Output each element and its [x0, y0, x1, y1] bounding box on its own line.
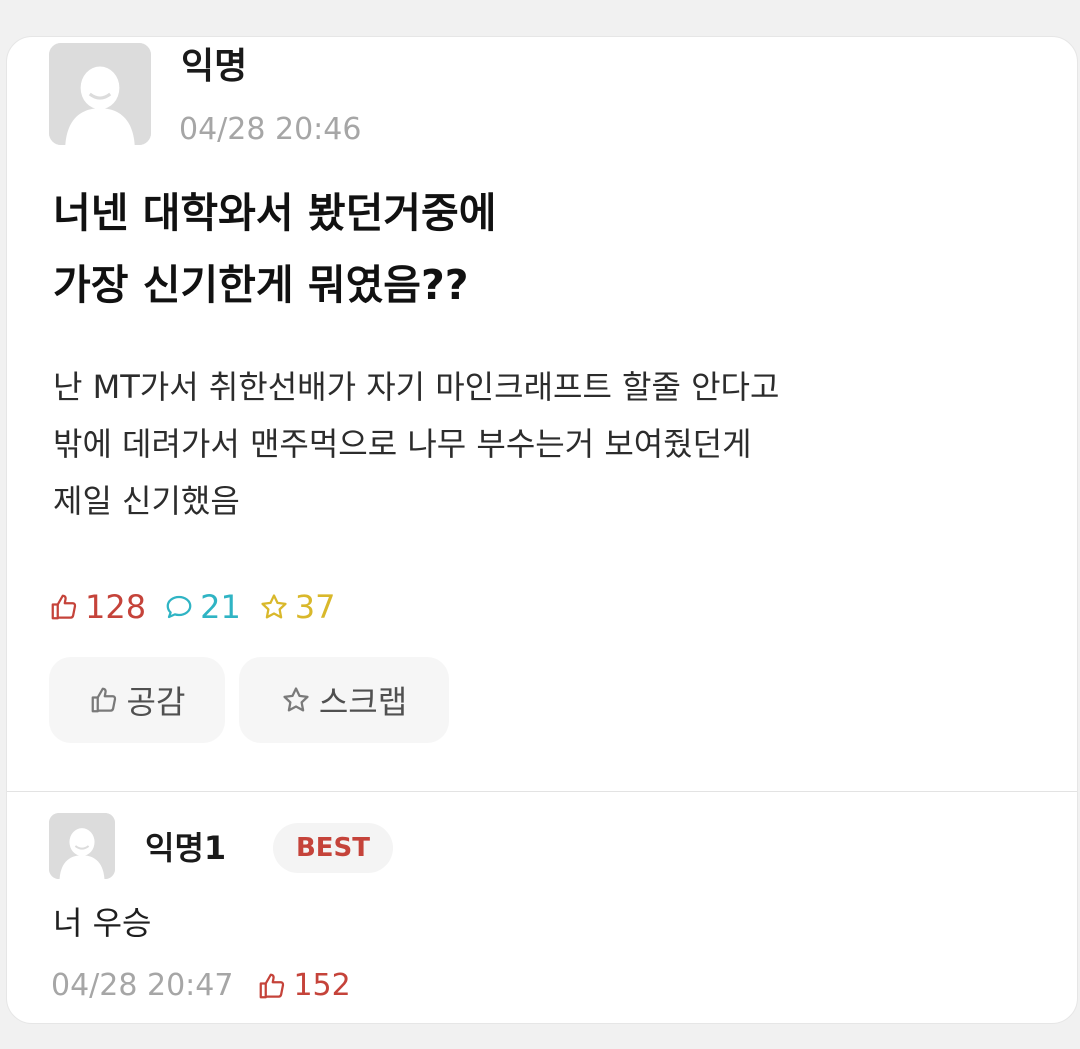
author-avatar — [49, 43, 151, 145]
post-stats: 128 21 37 — [49, 587, 354, 627]
comment-bubble-icon — [166, 595, 192, 619]
comment-like-value: 152 — [293, 968, 351, 1003]
comment-count: 21 — [164, 588, 241, 626]
best-badge: BEST — [273, 823, 393, 873]
scrap-button[interactable]: 스크랩 — [239, 657, 449, 743]
section-divider — [7, 791, 1077, 792]
scrap-count: 37 — [259, 588, 336, 626]
star-icon — [283, 687, 309, 712]
post-title: 너넨 대학와서 봤던거중에 가장 신기한게 뭐였음?? — [53, 177, 1053, 321]
avatar-icon — [49, 43, 151, 145]
post-body-line: 난 MT가서 취한선배가 자기 마인크래프트 할줄 안다고 — [53, 368, 780, 406]
post-body-line: 밖에 데려가서 맨주먹으로 나무 부수는거 보여줬던게 — [53, 425, 752, 463]
comment-timestamp: 04/28 20:47 — [51, 968, 234, 1003]
thumbs-up-icon — [91, 687, 116, 713]
comment-author-name: 익명1 — [145, 829, 227, 867]
like-count-value: 128 — [85, 588, 147, 626]
like-button[interactable]: 공감 — [49, 657, 225, 743]
comment-meta: 04/28 20:47 152 — [51, 967, 351, 1005]
star-icon — [261, 594, 287, 619]
post-body: 난 MT가서 취한선배가 자기 마인크래프트 할줄 안다고 밖에 데려가서 맨주… — [53, 359, 1053, 530]
author-name: 익명 — [181, 46, 248, 87]
scrap-button-label: 스크랩 — [318, 683, 408, 721]
comment-text: 너 우승 — [53, 904, 152, 942]
comment-author-avatar — [49, 813, 115, 879]
like-button-label: 공감 — [126, 683, 186, 721]
avatar-icon — [49, 813, 115, 879]
post-card: 익명 04/28 20:46 너넨 대학와서 봤던거중에 가장 신기한게 뭐였음… — [6, 36, 1078, 1024]
thumbs-up-icon — [260, 973, 285, 999]
comment-like-count[interactable]: 152 — [257, 967, 351, 1005]
like-count: 128 — [49, 588, 146, 626]
post-title-line: 가장 신기한게 뭐였음?? — [53, 261, 469, 309]
post-title-line: 너넨 대학와서 봤던거중에 — [53, 189, 497, 237]
thumbs-up-icon — [51, 594, 77, 620]
post-timestamp: 04/28 20:46 — [179, 112, 362, 147]
post-body-line: 제일 신기했음 — [53, 482, 240, 520]
scrap-count-value: 37 — [294, 588, 336, 626]
comment-count-value: 21 — [200, 588, 241, 626]
